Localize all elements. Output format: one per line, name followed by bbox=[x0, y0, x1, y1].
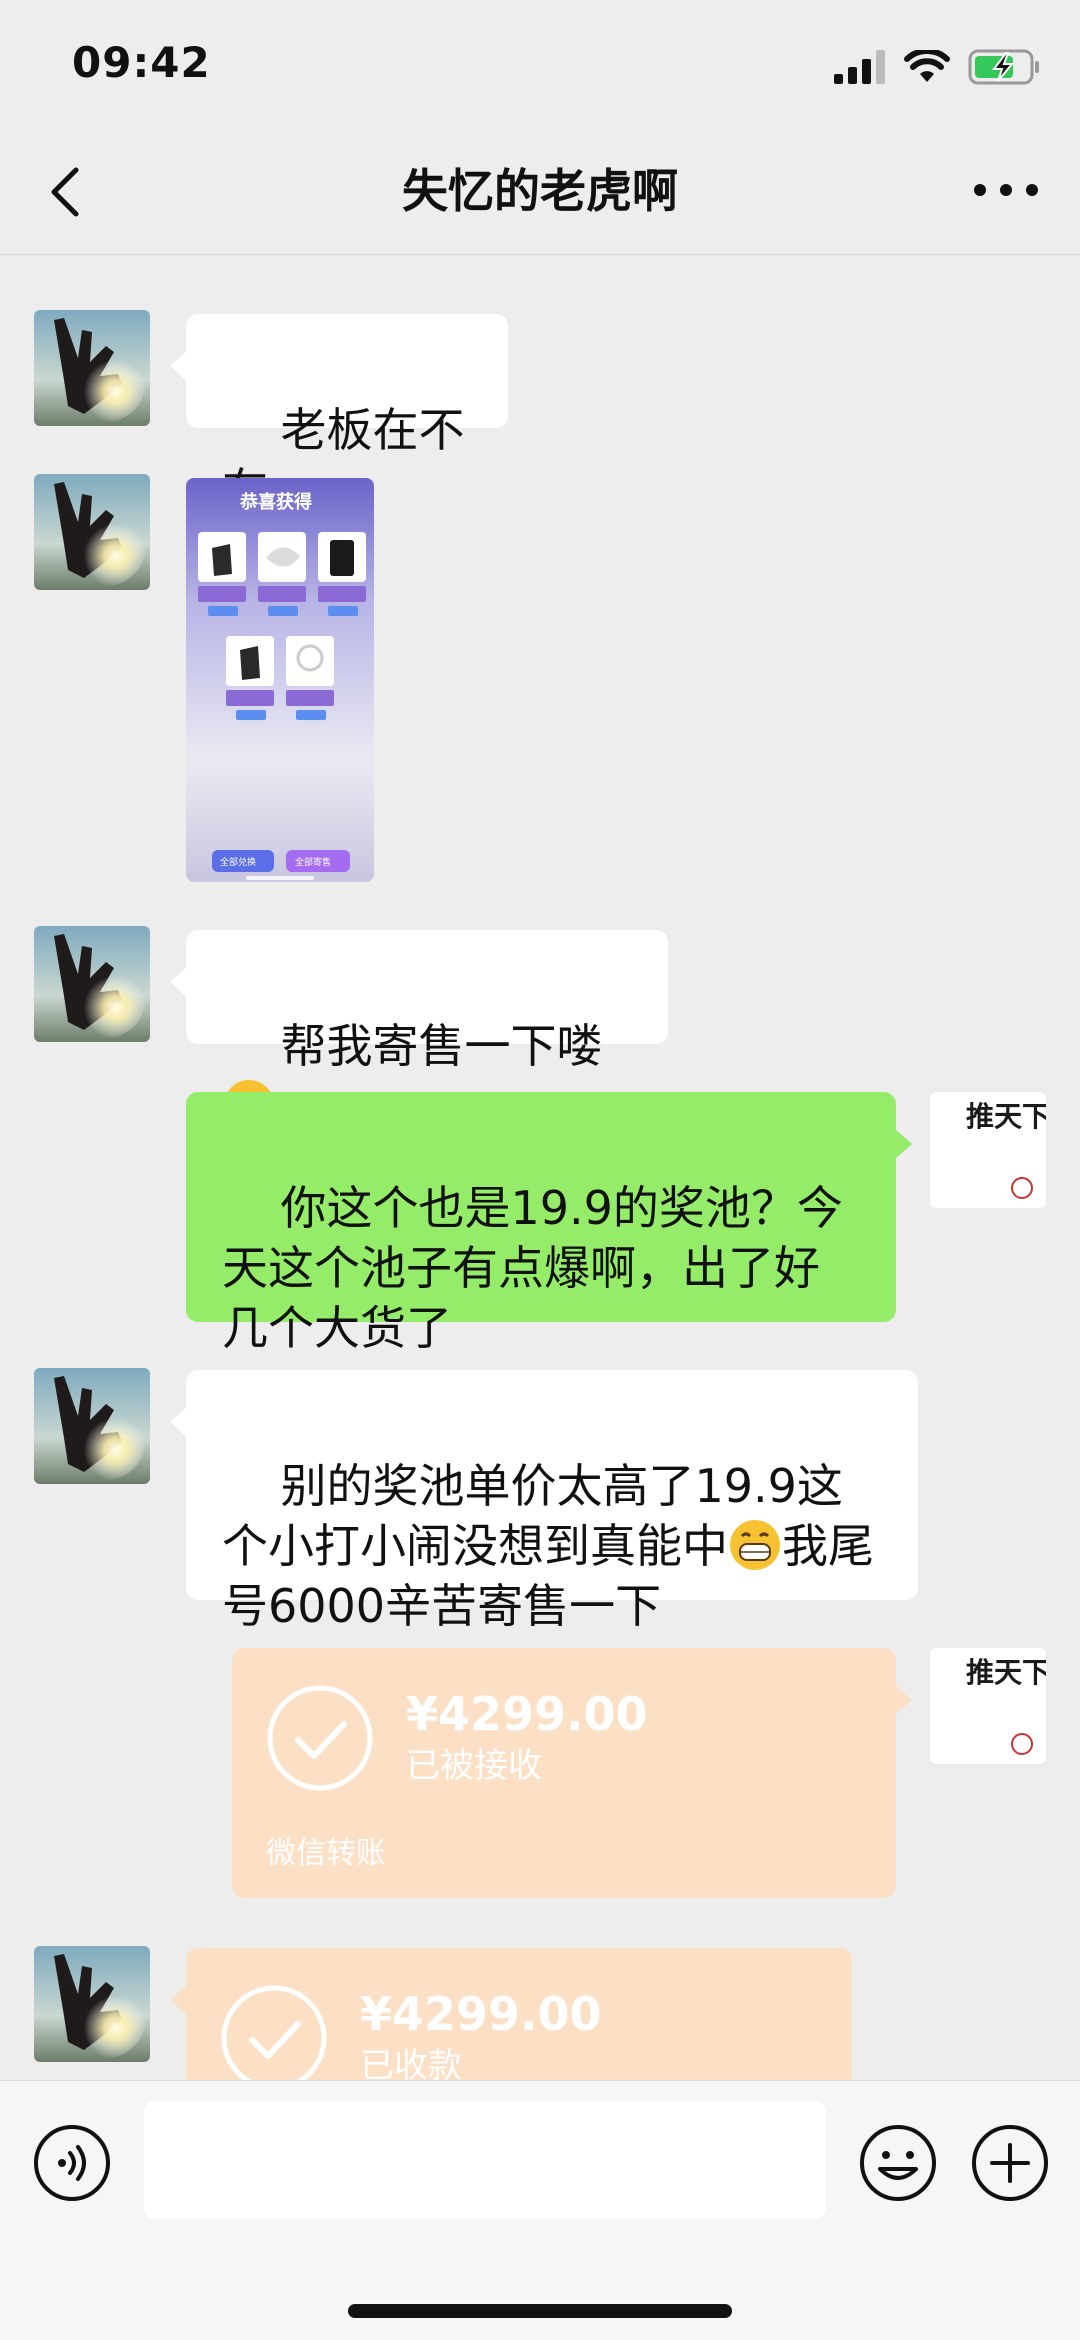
voice-button[interactable] bbox=[32, 2123, 112, 2203]
transfer-footer: 微信转账 bbox=[266, 1836, 386, 1871]
message-text: 帮我寄售一下喽 bbox=[280, 1019, 603, 1073]
signal-icon bbox=[834, 50, 885, 84]
contact-avatar[interactable] bbox=[34, 474, 150, 590]
grin-emoji-icon bbox=[730, 1520, 780, 1570]
transfer-card[interactable]: ¥4299.00 已被接收 微信转账 bbox=[232, 1648, 912, 1898]
message-input[interactable] bbox=[144, 2101, 826, 2219]
chat-message-list[interactable]: 老板在不在 恭喜获得 bbox=[0, 256, 1080, 2080]
chat-title: 失忆的老虎啊 bbox=[402, 164, 678, 218]
contact-avatar[interactable] bbox=[34, 310, 150, 426]
message-bubble[interactable]: 别的奖池单价太高了19.9这个小打小闹没想到真能中 我尾号6000辛苦寄售一下 bbox=[170, 1370, 918, 1633]
contact-avatar[interactable] bbox=[34, 1368, 150, 1484]
transfer-amount: ¥4299.00 bbox=[360, 1987, 602, 2041]
more-dots-icon bbox=[974, 184, 1038, 196]
plus-icon bbox=[972, 2125, 1048, 2201]
message-text: 你这个也是19.9的奖池？今天这个池子有点爆啊，出了好几个大货了 bbox=[222, 1181, 843, 1355]
check-circle-icon bbox=[267, 1685, 373, 1791]
contact-avatar[interactable] bbox=[34, 926, 150, 1042]
more-functions-button[interactable] bbox=[970, 2123, 1050, 2203]
message-bubble-sent[interactable]: 你这个也是19.9的奖池？今天这个池子有点爆啊，出了好几个大货了 bbox=[186, 1092, 912, 1355]
wifi-icon bbox=[904, 50, 950, 82]
transfer-amount: ¥4299.00 bbox=[406, 1687, 648, 1741]
image-message[interactable]: 恭喜获得 全部兑换 全部寄售 bbox=[186, 478, 374, 882]
contact-avatar[interactable] bbox=[34, 1946, 150, 2062]
image-button-label: 全部兑换 bbox=[220, 856, 256, 868]
more-button[interactable] bbox=[966, 160, 1046, 220]
my-avatar[interactable]: 推天下 bbox=[930, 1648, 1046, 1764]
my-avatar[interactable]: 推天下 bbox=[930, 1092, 1046, 1208]
home-indicator[interactable] bbox=[348, 2304, 732, 2318]
emoji-button[interactable] bbox=[858, 2123, 938, 2203]
status-bar: 09:42 bbox=[0, 0, 1080, 130]
avatar-text: 推天下 bbox=[966, 1656, 1046, 1689]
status-icons bbox=[834, 44, 1040, 90]
image-title: 恭喜获得 bbox=[239, 491, 312, 513]
message-bubble[interactable]: 帮我寄售一下喽 bbox=[170, 930, 668, 1130]
check-circle-icon bbox=[221, 1985, 327, 2080]
transfer-card[interactable]: ¥4299.00 已收款 bbox=[170, 1948, 852, 2080]
transfer-status: 已被接收 bbox=[406, 1746, 542, 1786]
status-time: 09:42 bbox=[72, 38, 211, 87]
avatar-text: 推天下 bbox=[966, 1100, 1046, 1133]
input-bar bbox=[0, 2080, 1080, 2340]
voice-icon bbox=[34, 2125, 110, 2201]
smiley-icon bbox=[860, 2125, 936, 2201]
chat-header: 失忆的老虎啊 bbox=[0, 130, 1080, 255]
image-button-label: 全部寄售 bbox=[295, 856, 331, 868]
transfer-status: 已收款 bbox=[360, 2046, 462, 2080]
message-bubble[interactable]: 老板在不在 bbox=[170, 314, 508, 517]
battery-charging-icon bbox=[968, 49, 1039, 85]
